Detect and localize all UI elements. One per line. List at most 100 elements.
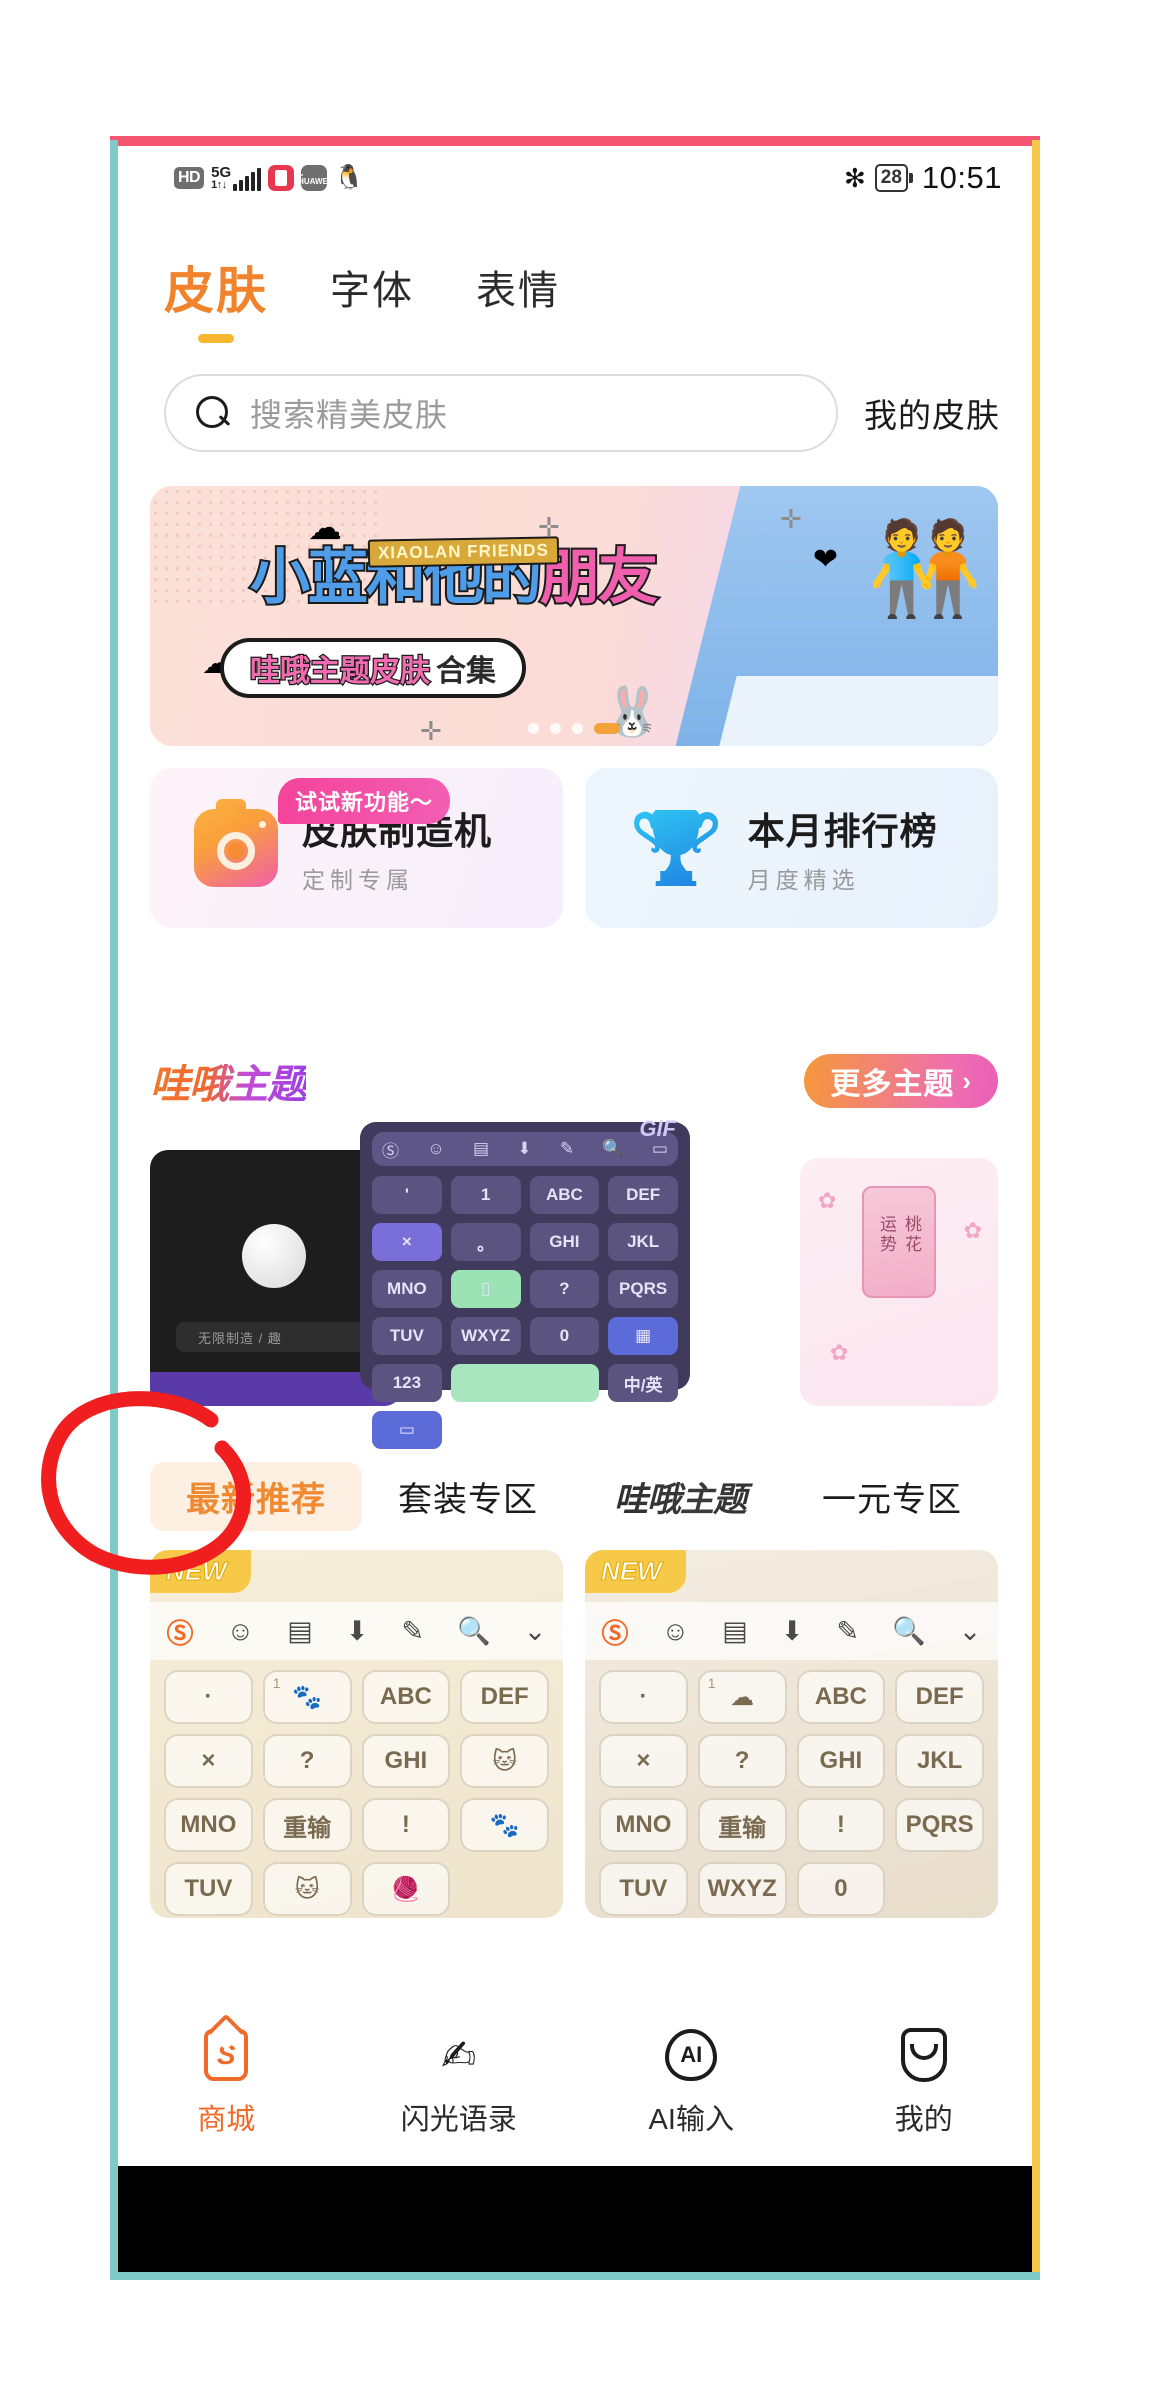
- status-bar-right: ✻ 28 10:51: [844, 160, 1002, 196]
- status-bar: HD 5G 1↑↓ ⌄ HUAWEI 🐧 ✻ 28 10:51: [110, 148, 1040, 208]
- carousel-dot[interactable]: [572, 723, 583, 734]
- skin-card[interactable]: NEW Ⓢ ☺ ▤ ⬇ ✎ 🔍 ⌄ · 1 🐾 ABC DEF × ? GHI 🐱…: [150, 1550, 563, 1918]
- key[interactable]: JKL: [608, 1223, 678, 1261]
- shop-icon: S: [197, 2026, 255, 2084]
- key-clear[interactable]: ▯: [450, 1270, 521, 1308]
- more-themes-button[interactable]: 更多主题 ›: [804, 1054, 998, 1108]
- theme-preview-center[interactable]: GIF Ⓢ ☺ ▤ ⬇ ✎ 🔍 ▭ ' 1 ABC DEF × 。 GHI JK…: [360, 1116, 690, 1449]
- theme-preview-right[interactable]: 桃花运势 ✿ ✿ ✿: [800, 1158, 998, 1406]
- toolbar-icon-mic: ⬇: [345, 1615, 369, 1646]
- key[interactable]: DEF: [608, 1176, 678, 1214]
- key[interactable]: GHI: [529, 1223, 600, 1261]
- search-placeholder: 搜索精美皮肤: [250, 397, 449, 433]
- key: 🐱: [262, 1862, 352, 1916]
- key[interactable]: ': [372, 1176, 442, 1214]
- key: 0: [796, 1862, 886, 1916]
- key[interactable]: ABC: [529, 1176, 600, 1214]
- monthly-ranking-card[interactable]: 🏆 本月排行榜 月度精选: [585, 768, 998, 928]
- nav-label-quotes: 闪光语录: [400, 2104, 517, 2136]
- keyboard-toolbar: Ⓢ ☺ ▤ ⬇ ✎ 🔍 ▭: [372, 1132, 678, 1166]
- carousel-dot[interactable]: [550, 723, 561, 734]
- feature-card-row: 皮肤制造机 定制专属 试试新功能～ 🏆 本月排行榜 月度精选: [150, 768, 998, 928]
- category-tab-bar: 最新推荐 套装专区 哇哦主题 一元专区: [150, 1460, 998, 1532]
- nav-item-quotes[interactable]: ✍ 闪光语录: [343, 2026, 576, 2138]
- category-one-yuan[interactable]: 一元专区: [786, 1472, 998, 1521]
- key[interactable]: TUV: [372, 1317, 442, 1355]
- toolbar-icon-handwrite: ✎: [401, 1615, 425, 1646]
- key-clear: 重输: [697, 1798, 787, 1852]
- key: !: [796, 1798, 886, 1852]
- tab-skins[interactable]: 皮肤: [164, 251, 268, 323]
- key-space[interactable]: [450, 1364, 600, 1402]
- carousel-dot-active[interactable]: [594, 723, 620, 734]
- theme-left-caption: 无限制造 / 趣: [198, 1331, 282, 1346]
- nav-label-shop: 商城: [197, 2104, 256, 2136]
- carousel-dot[interactable]: [528, 723, 539, 734]
- more-themes-label: 更多主题: [830, 1068, 955, 1101]
- bottom-navigation: S 商城 ✍ 闪光语录 AI AI输入 我的: [110, 2002, 1040, 2162]
- toolbar-icon-emoji[interactable]: ☺: [427, 1139, 444, 1159]
- toolbar-icon-more[interactable]: ▭: [652, 1139, 668, 1159]
- nav-item-profile[interactable]: 我的: [808, 2026, 1041, 2138]
- key[interactable]: 1: [450, 1176, 521, 1214]
- key-123[interactable]: 123: [372, 1364, 442, 1402]
- key-symbols[interactable]: ▦: [608, 1317, 678, 1355]
- nav-item-ai[interactable]: AI AI输入: [575, 2026, 808, 2138]
- key-lang[interactable]: 中/英: [608, 1364, 678, 1402]
- key: ABC: [796, 1670, 886, 1724]
- tab-fonts[interactable]: 字体: [330, 258, 414, 316]
- key: 1 ☁: [697, 1670, 787, 1724]
- toolbar-icon-brand[interactable]: Ⓢ: [382, 1137, 399, 1162]
- category-wow-theme[interactable]: 哇哦主题: [574, 1472, 786, 1521]
- toolbar-icon-handwrite[interactable]: ✎: [560, 1139, 574, 1159]
- key[interactable]: ?: [529, 1270, 600, 1308]
- search-input[interactable]: 搜索精美皮肤: [164, 374, 838, 452]
- key-backspace[interactable]: ×: [372, 1223, 442, 1261]
- hero-banner[interactable]: ☁ ☁ ✛ ✛ ✛ 🧑‍🤝‍🧑 ❤ 🐰 小蓝和他的 朋友 XIAOLAN FRI…: [150, 486, 998, 746]
- toolbar-icon-clipboard[interactable]: ▤: [473, 1139, 489, 1159]
- key[interactable]: MNO: [372, 1270, 442, 1308]
- carousel-indicator[interactable]: [150, 723, 998, 734]
- skin-card[interactable]: NEW Ⓢ ☺ ▤ ⬇ ✎ 🔍 ⌄ · 1 ☁ ABC DEF × ? GHI J…: [585, 1550, 998, 1918]
- key[interactable]: 。: [450, 1223, 521, 1261]
- toolbar-icon-search[interactable]: 🔍: [602, 1139, 623, 1159]
- sakura-icon: ✿: [963, 1218, 982, 1243]
- key: ?: [697, 1734, 787, 1788]
- hero-english-label: XIAOLAN FRIENDS: [367, 536, 560, 568]
- skin-toolbar: Ⓢ ☺ ▤ ⬇ ✎ 🔍 ⌄: [585, 1602, 998, 1660]
- key-enter[interactable]: ▭: [372, 1411, 442, 1449]
- skin-keys: · 1 ☁ ABC DEF × ? GHI JKL MNO 重输 ! PQRS T…: [599, 1670, 984, 1916]
- nav-item-shop[interactable]: S 商城: [110, 2026, 343, 2138]
- battery-level-label: 28: [874, 164, 908, 192]
- key: TUV: [164, 1862, 253, 1916]
- heart-bubble-icon: ❤: [812, 543, 838, 576]
- key[interactable]: 0: [529, 1317, 600, 1355]
- toolbar-icon-voice[interactable]: ⬇: [517, 1139, 531, 1159]
- ai-icon: AI: [662, 2026, 720, 2084]
- search-row: 搜索精美皮肤 我的皮肤: [110, 368, 1040, 458]
- key: !: [361, 1798, 451, 1852]
- category-latest[interactable]: 最新推荐: [150, 1461, 362, 1531]
- ranking-title: 本月排行榜: [747, 811, 938, 852]
- frame-edge-left: [110, 140, 118, 2280]
- key-clear: 重输: [262, 1798, 352, 1852]
- chevron-down-icon: ⌄: [523, 1615, 547, 1646]
- theme-section-header: 哇哦主题 更多主题 ›: [150, 1046, 998, 1116]
- book-app-icon: [268, 165, 295, 191]
- fortune-tag-icon: 桃花运势: [862, 1186, 936, 1298]
- key[interactable]: WXYZ: [450, 1317, 521, 1355]
- hd-icon: HD: [174, 167, 205, 189]
- key: GHI: [796, 1734, 886, 1788]
- ranking-texts: 本月排行榜 月度精选: [748, 801, 938, 895]
- battery-icon: 28: [874, 164, 913, 192]
- hero-subtitle-pill: 哇哦主题皮肤 合集: [220, 638, 526, 698]
- key: 1 🐾: [262, 1670, 352, 1724]
- key[interactable]: PQRS: [608, 1270, 678, 1308]
- category-bundles[interactable]: 套装专区: [362, 1472, 574, 1521]
- toolbar-icon-mic: ⬇: [780, 1615, 804, 1646]
- search-icon: [196, 396, 230, 430]
- new-badge: NEW: [585, 1550, 686, 1593]
- tab-emoji[interactable]: 表情: [476, 258, 560, 316]
- skin-maker-card[interactable]: 皮肤制造机 定制专属 试试新功能～: [150, 768, 563, 928]
- my-skin-link[interactable]: 我的皮肤: [864, 389, 1000, 437]
